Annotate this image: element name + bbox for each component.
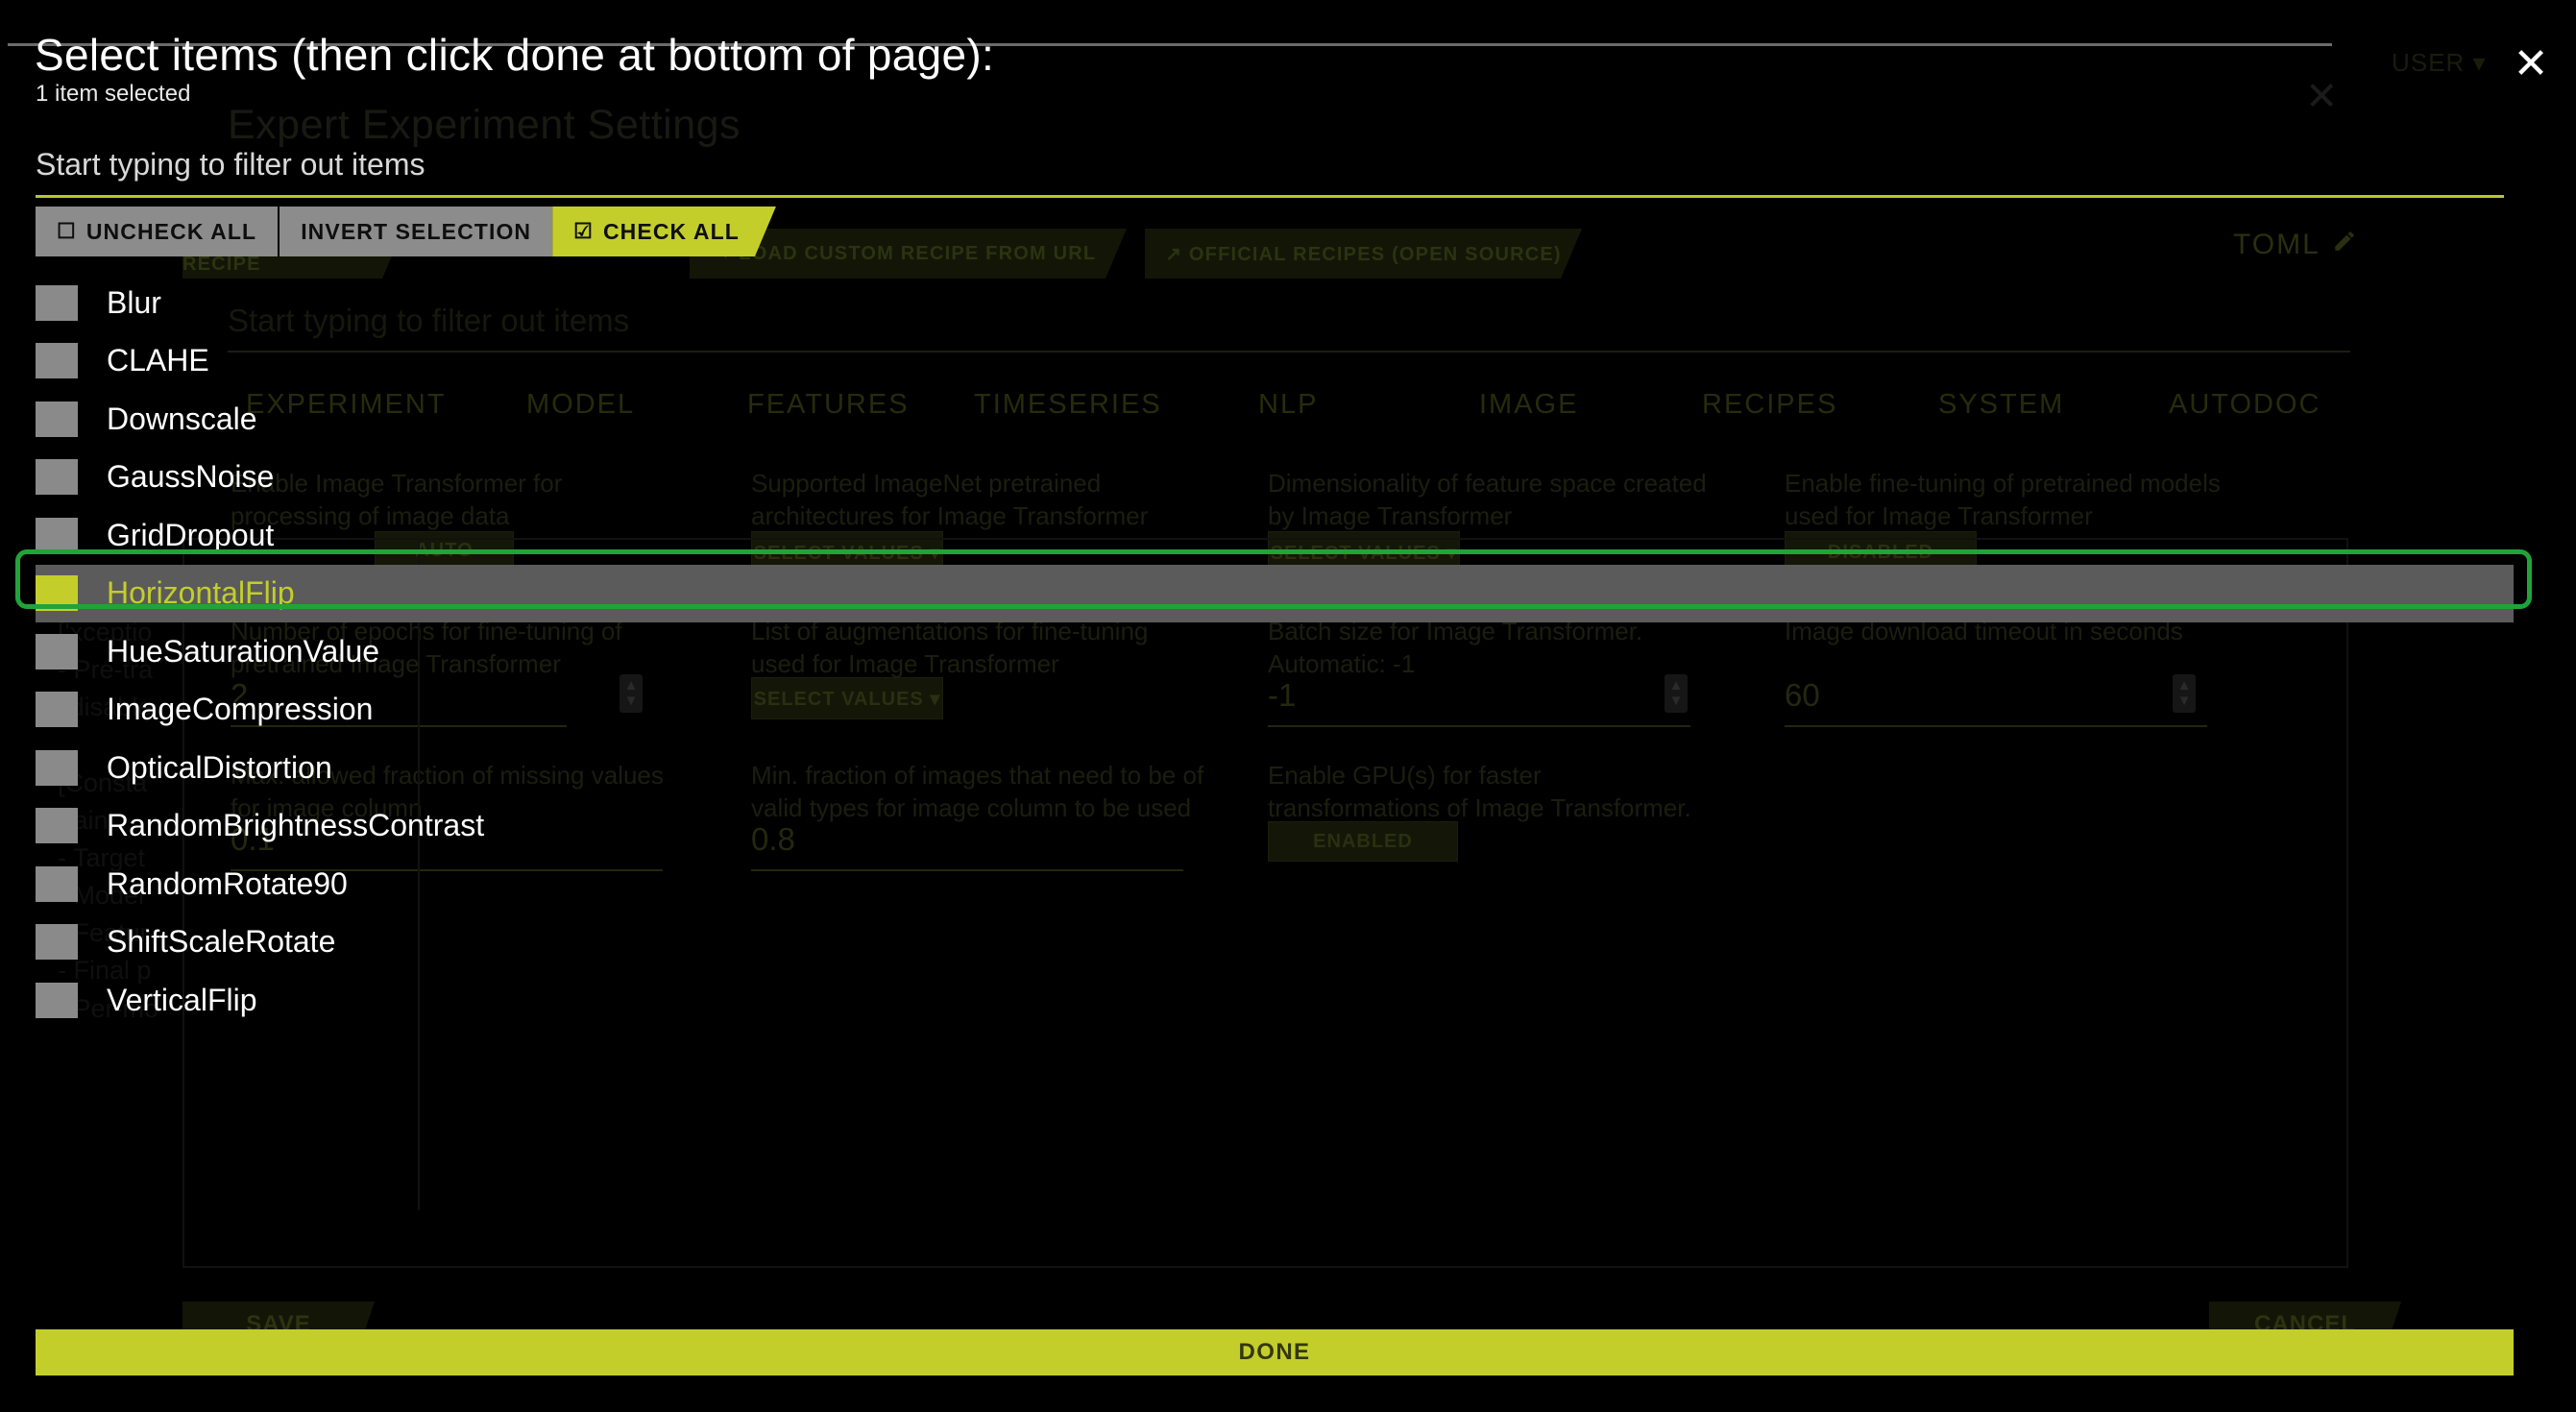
check-all-button[interactable]: ☑ CHECK ALL	[552, 207, 776, 256]
background-user-menu[interactable]: USER ▾	[2392, 48, 2487, 78]
background-toml-toggle[interactable]: TOML	[2233, 229, 2357, 261]
checkbox-unchecked-icon[interactable]	[36, 692, 78, 728]
close-icon[interactable]: ✕	[2511, 43, 2551, 86]
background-page-title: Expert Experiment Settings	[228, 102, 741, 148]
list-item-label: ImageCompression	[107, 692, 374, 727]
list-item[interactable]: ImageCompression	[36, 681, 2514, 740]
checked-box-icon: ☑	[573, 219, 594, 243]
checkbox-unchecked-icon[interactable]	[36, 865, 78, 902]
list-item[interactable]: OpticalDistortion	[36, 739, 2514, 797]
list-item[interactable]: RandomBrightnessContrast	[36, 797, 2514, 856]
checkbox-unchecked-icon[interactable]	[36, 343, 78, 379]
list-item-label: OpticalDistortion	[107, 749, 332, 785]
list-item-label: RandomBrightnessContrast	[107, 808, 485, 843]
checkbox-unchecked-icon[interactable]	[36, 517, 78, 553]
invert-selection-button[interactable]: INVERT SELECTION	[278, 207, 553, 256]
list-item[interactable]: VerticalFlip	[36, 971, 2514, 1030]
check-all-label: CHECK ALL	[602, 218, 740, 244]
list-item-label: VerticalFlip	[107, 982, 257, 1017]
list-item[interactable]: ShiftScaleRotate	[36, 913, 2514, 972]
checkbox-unchecked-icon[interactable]	[36, 924, 78, 961]
list-item-label: GridDropout	[107, 517, 275, 552]
list-item-label: GaussNoise	[107, 459, 275, 495]
list-item-label: RandomRotate90	[107, 865, 348, 901]
list-item[interactable]: Blur	[36, 274, 2514, 332]
invert-selection-label: INVERT SELECTION	[301, 218, 532, 244]
list-item-label: HorizontalFlip	[107, 575, 295, 611]
list-item-label: Blur	[107, 284, 161, 320]
background-toml-label: TOML	[2233, 229, 2321, 260]
list-item-label: ShiftScaleRotate	[107, 924, 336, 960]
list-item[interactable]: GaussNoise	[36, 449, 2514, 507]
bulk-action-buttons: ☐ UNCHECK ALL INVERT SELECTION ☑ CHECK A…	[36, 207, 776, 256]
background-close-icon[interactable]: ✕	[2305, 73, 2338, 119]
list-item-label: Downscale	[107, 401, 257, 436]
pencil-icon	[2332, 229, 2357, 261]
checkbox-unchecked-icon[interactable]	[36, 401, 78, 437]
checkbox-unchecked-icon[interactable]	[36, 808, 78, 844]
checkbox-unchecked-icon[interactable]	[36, 284, 78, 321]
header-divider	[8, 43, 2332, 46]
checkbox-checked-icon[interactable]	[36, 575, 78, 612]
checkbox-unchecked-icon[interactable]	[36, 749, 78, 786]
list-item[interactable]: RandomRotate90	[36, 855, 2514, 913]
uncheck-all-button[interactable]: ☐ UNCHECK ALL	[36, 207, 279, 256]
checkbox-unchecked-icon[interactable]	[36, 633, 78, 669]
done-button[interactable]: DONE	[36, 1329, 2514, 1375]
item-list: Blur CLAHE Downscale GaussNoise GridDropout H…	[36, 274, 2514, 1030]
background-chip-official-recipes[interactable]: ↗ OFFICIAL RECIPES (OPEN SOURCE)	[1145, 229, 1582, 279]
list-item[interactable]: HueSaturationValue	[36, 622, 2514, 681]
checkbox-unchecked-icon[interactable]	[36, 459, 78, 496]
list-item-label: HueSaturationValue	[107, 633, 380, 669]
checkbox-unchecked-icon[interactable]	[36, 982, 78, 1018]
uncheck-all-label: UNCHECK ALL	[85, 218, 257, 244]
list-item[interactable]: Downscale	[36, 390, 2514, 449]
unchecked-box-icon: ☐	[57, 219, 77, 243]
list-item[interactable]: HorizontalFlip	[36, 564, 2514, 622]
list-item[interactable]: CLAHE	[36, 332, 2514, 391]
list-item-label: CLAHE	[107, 343, 209, 378]
list-item[interactable]: GridDropout	[36, 506, 2514, 565]
